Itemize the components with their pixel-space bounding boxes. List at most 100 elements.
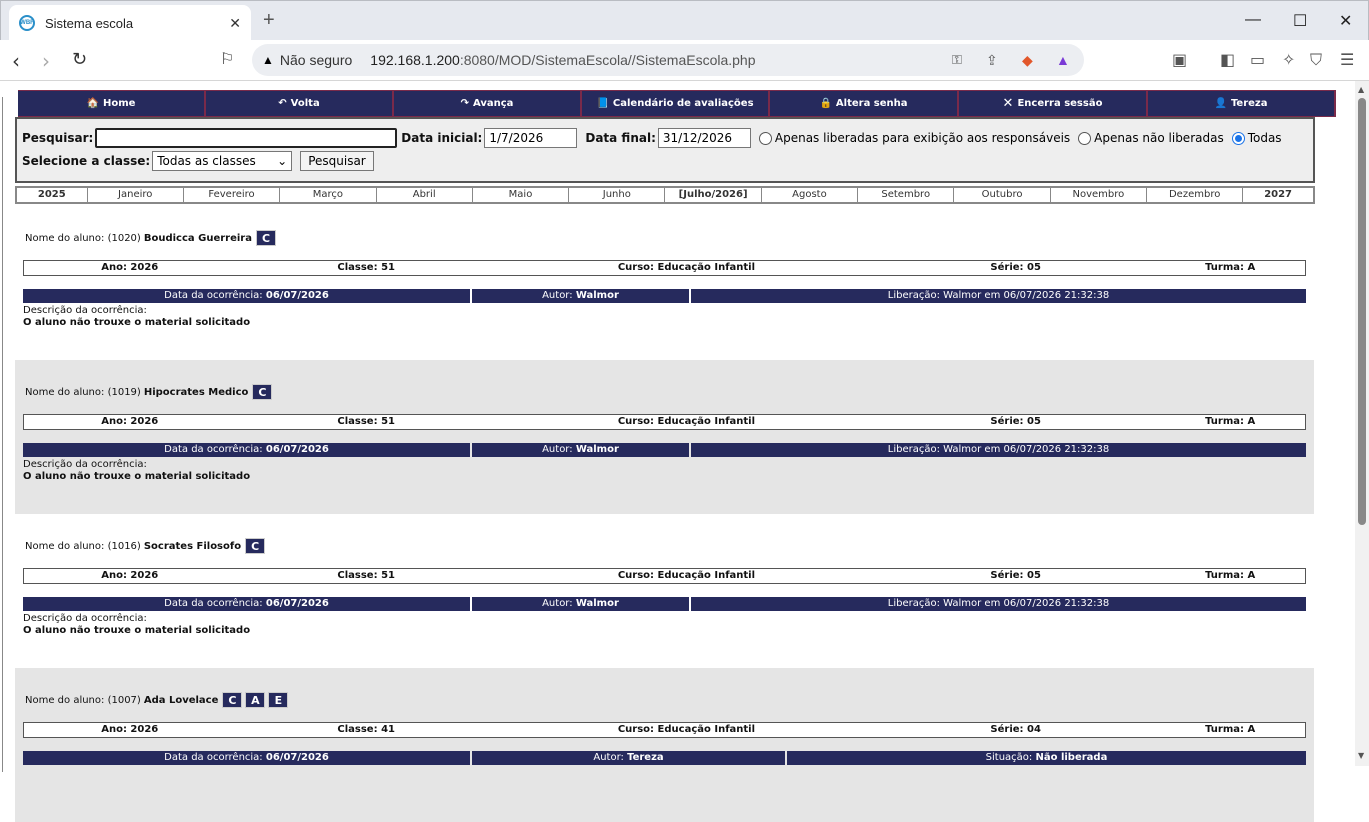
end-date-input[interactable]: 31/12/2026 — [657, 128, 751, 148]
menu-calendario[interactable]: 📘 Calendário de avaliações — [582, 90, 770, 117]
student-info-row: Ano: 2026 Classe: 41 Curso: Educação Inf… — [23, 722, 1306, 738]
badge-c[interactable]: C — [252, 384, 273, 400]
menu-altera-senha[interactable]: 🔒 Altera senha — [770, 90, 959, 117]
menu-home[interactable]: 🏠 Home — [18, 90, 206, 117]
scroll-down-icon[interactable]: ▼ — [1358, 751, 1364, 760]
vpn-icon[interactable]: ⛉ — [1310, 50, 1322, 70]
reload-icon[interactable]: ↻ — [72, 49, 87, 70]
minimize-button[interactable]: — — [1245, 11, 1261, 29]
classe: Classe: 51 — [337, 262, 395, 273]
student-name: Boudicca Guerreira — [143, 232, 252, 244]
back-arrow-icon: ↶ — [278, 98, 287, 109]
menu-label: Calendário de avaliações — [612, 98, 754, 109]
occurrence-date: Data da ocorrência: 06/07/2026 — [23, 289, 470, 303]
month-current: [Julho/2026] — [665, 188, 762, 202]
menu-avanca[interactable]: ↷ Avança — [394, 90, 582, 117]
radio-nao-liberadas[interactable] — [1078, 131, 1092, 145]
scrollbar-thumb[interactable] — [1358, 98, 1366, 525]
bookmark-icon[interactable]: ⚐ — [220, 49, 234, 68]
badge-c[interactable]: C — [245, 538, 266, 554]
description-label: Descrição da ocorrência: — [23, 613, 147, 624]
badge-c[interactable]: C — [222, 692, 243, 708]
month-item[interactable]: Dezembro — [1147, 188, 1244, 202]
occurrence-bar: Data da ocorrência: 06/07/2026 Autor: Wa… — [23, 597, 1306, 611]
forward-icon[interactable]: › — [42, 49, 50, 73]
classe: Classe: 41 — [337, 724, 395, 735]
date-value: 06/07/2026 — [265, 752, 329, 763]
curso: Curso: Educação Infantil — [617, 570, 756, 581]
brave-rewards-icon[interactable]: ▲ — [1056, 52, 1070, 68]
author-label: Autor: — [542, 598, 573, 609]
month-item[interactable]: Abril — [377, 188, 473, 202]
class-select-value: Todas as classes — [157, 154, 256, 168]
site-favicon-icon: WBF — [19, 15, 35, 31]
serie: Série: 05 — [990, 570, 1041, 581]
new-tab-button[interactable]: + — [263, 9, 275, 32]
occurrence-bar: Data da ocorrência: 06/07/2026 Autor: Wa… — [23, 443, 1306, 457]
month-item[interactable]: Março — [280, 188, 377, 202]
back-icon[interactable]: ‹ — [12, 49, 20, 73]
radio-liberadas[interactable] — [758, 131, 772, 145]
turma: Turma: A — [1205, 724, 1256, 735]
share-icon[interactable]: ⇪ — [986, 52, 998, 69]
occurrence-author: Autor: Tereza — [472, 751, 785, 765]
maximize-button[interactable]: ☐ — [1293, 11, 1307, 31]
brave-shield-icon[interactable]: ◆ — [1022, 52, 1033, 69]
month-item[interactable]: Outubro — [954, 188, 1051, 202]
author-value: Walmor — [575, 290, 619, 301]
occurrence-author: Autor: Walmor — [472, 597, 689, 611]
radio-nao-liberadas-label: Apenas não liberadas — [1094, 131, 1224, 145]
search-input[interactable] — [95, 128, 398, 148]
menu-encerra-sessao[interactable]: ✕ Encerra sessão — [959, 90, 1148, 117]
occurrence-list: Nome do aluno: (1020) Boudicca Guerreira C… — [15, 206, 1314, 822]
badge-a[interactable]: A — [245, 692, 266, 708]
student-id-label: Nome do aluno: (1020) — [25, 232, 141, 244]
description-label: Descrição da ocorrência: — [23, 305, 147, 316]
serie: Série: 04 — [990, 724, 1041, 735]
url-path: :8080/MOD/SistemaEscola//SistemaEscola.p… — [459, 52, 756, 68]
date-label: Data da ocorrência: — [164, 290, 263, 301]
student-name: Ada Lovelace — [143, 694, 219, 706]
occurrence-record: Nome do aluno: (1019) Hipocrates Medico C … — [15, 360, 1314, 514]
lock-icon: 🔒 — [819, 98, 832, 109]
month-item[interactable]: Fevereiro — [184, 188, 281, 202]
curso: Curso: Educação Infantil — [617, 262, 756, 273]
menu-icon[interactable]: ☰ — [1340, 50, 1354, 69]
menu-user[interactable]: 👤 Tereza — [1148, 90, 1336, 117]
month-item[interactable]: Junho — [569, 188, 666, 202]
badge-c[interactable]: C — [255, 230, 276, 246]
month-prev-year[interactable]: 2025 — [17, 188, 88, 202]
student-info-row: Ano: 2026 Classe: 51 Curso: Educação Inf… — [23, 568, 1306, 584]
class-select[interactable]: Todas as classes ⌄ — [152, 151, 293, 171]
occurrence-date: Data da ocorrência: 06/07/2026 — [23, 597, 470, 611]
radio-todas[interactable] — [1231, 131, 1245, 145]
scroll-up-icon[interactable]: ▲ — [1358, 85, 1364, 94]
page-scrollbar[interactable]: ▲ ▼ — [1355, 81, 1369, 766]
close-tab-icon[interactable]: ✕ — [229, 15, 241, 32]
address-bar[interactable]: ▲ Não seguro 192.168.1.200:8080/MOD/Sist… — [252, 44, 1084, 76]
description-text: O aluno não trouxe o material solicitado — [23, 317, 251, 328]
month-item[interactable]: Janeiro — [88, 188, 184, 202]
start-date-input[interactable]: 1/7/2026 — [484, 128, 578, 148]
month-item[interactable]: Maio — [473, 188, 570, 202]
key-icon[interactable]: ⚿ — [952, 52, 962, 68]
month-next-year[interactable]: 2027 — [1243, 188, 1313, 202]
sidebar-icon[interactable]: ◧ — [1220, 50, 1235, 69]
month-item[interactable]: Setembro — [858, 188, 955, 202]
browser-tab[interactable]: WBF Sistema escola ✕ — [9, 5, 251, 41]
close-window-button[interactable]: ✕ — [1339, 11, 1352, 31]
security-label: Não seguro — [279, 52, 353, 68]
badge-e[interactable]: E — [268, 692, 289, 708]
menu-volta[interactable]: ↶ Volta — [206, 90, 394, 117]
ai-icon[interactable]: ✧ — [1282, 50, 1295, 69]
wallet-icon[interactable]: ▭ — [1250, 50, 1265, 69]
search-button[interactable]: Pesquisar — [300, 151, 374, 171]
menu-label: Avança — [472, 98, 514, 109]
occurrence-date: Data da ocorrência: 06/07/2026 — [23, 751, 470, 765]
student-info-row: Ano: 2026 Classe: 51 Curso: Educação Inf… — [23, 414, 1306, 430]
forward-arrow-icon: ↷ — [460, 98, 469, 109]
status-value: Não liberada — [1035, 752, 1108, 763]
month-item[interactable]: Agosto — [762, 188, 859, 202]
month-item[interactable]: Novembro — [1051, 188, 1148, 202]
reader-icon[interactable]: ▣ — [1172, 50, 1187, 69]
